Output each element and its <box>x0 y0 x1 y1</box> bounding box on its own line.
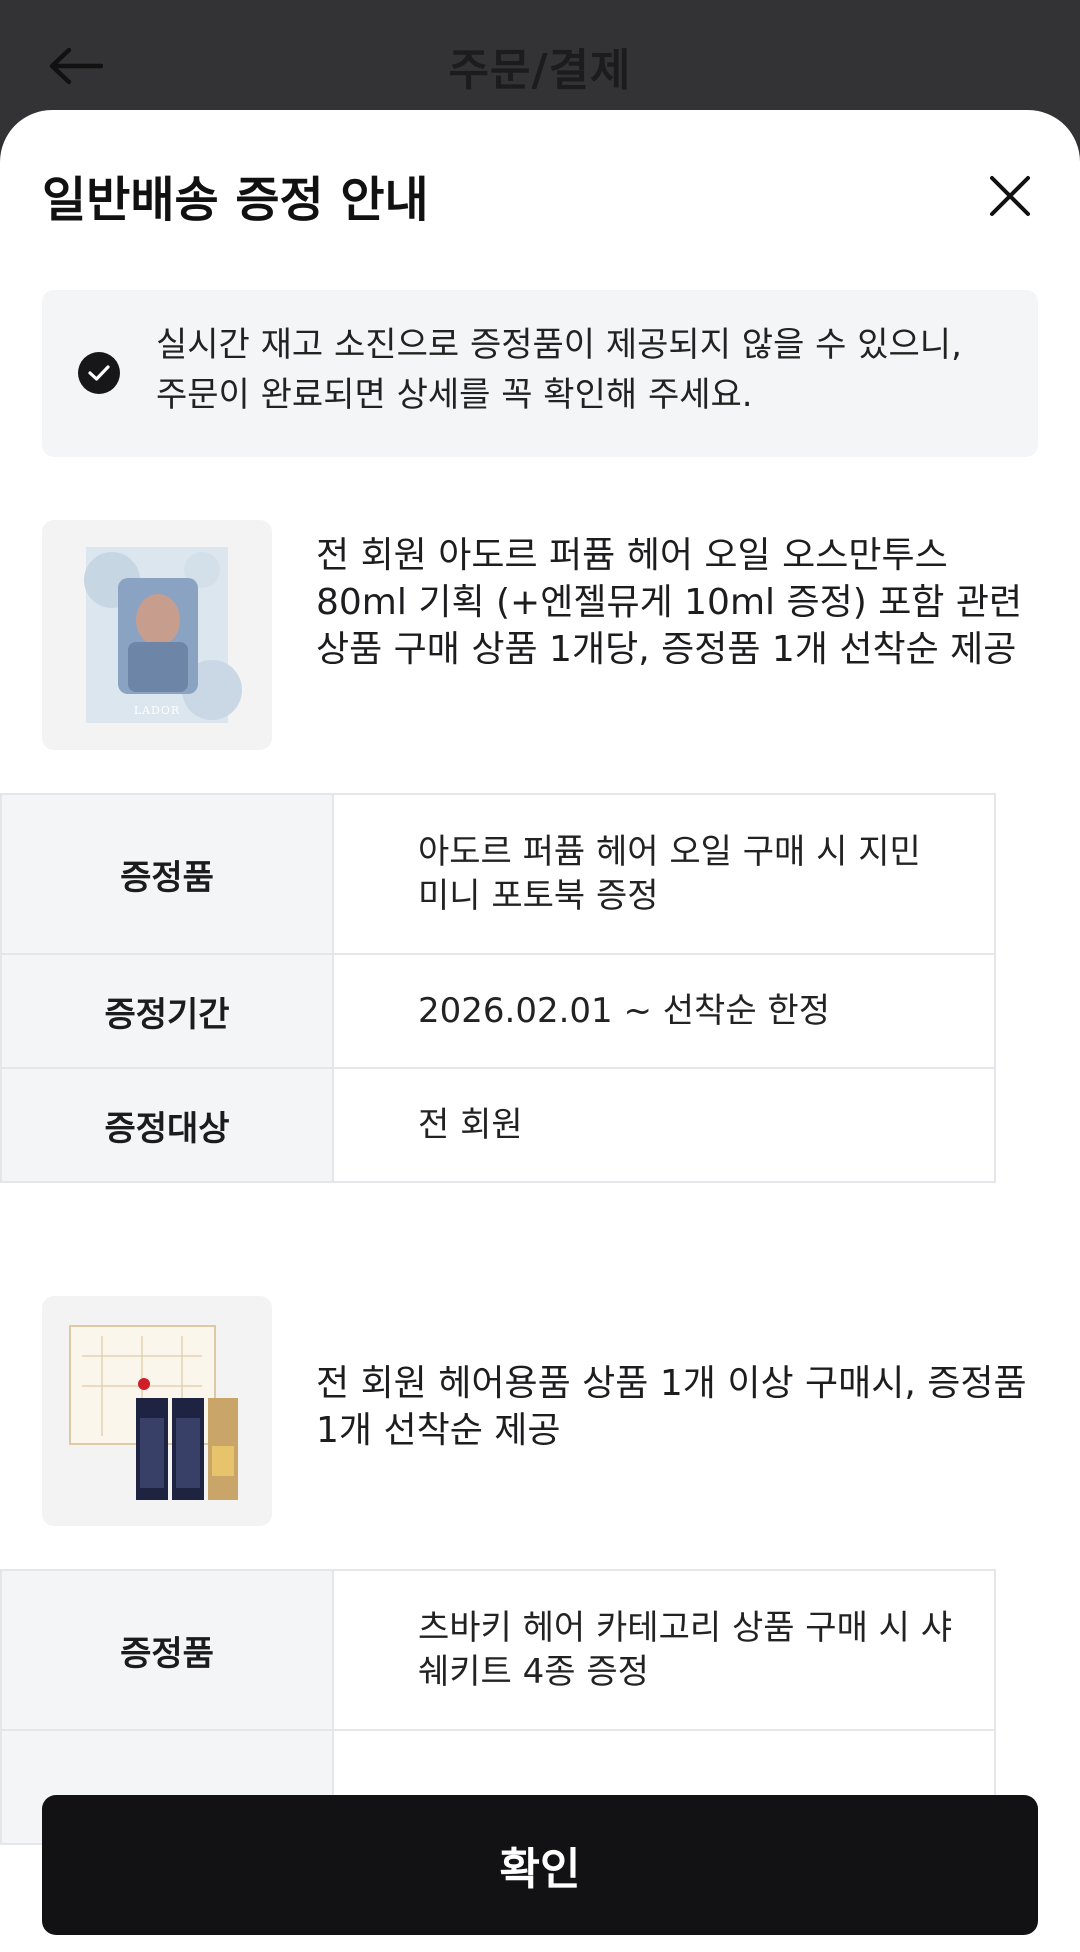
table-row: 증정품 아도르 퍼퓸 헤어 오일 구매 시 지민 미니 포토북 증정 <box>0 793 996 955</box>
close-button[interactable] <box>982 168 1038 224</box>
table-row: 증정대상 전 회원 <box>0 1067 996 1183</box>
confirm-button[interactable]: 확인 <box>42 1795 1038 1935</box>
check-circle-icon <box>78 352 120 394</box>
gift-thumbnail <box>42 1296 272 1526</box>
row-label: 증정품 <box>0 1569 334 1731</box>
row-label: 증정품 <box>0 793 334 955</box>
sheet-title: 일반배송 증정 안내 <box>42 172 429 228</box>
row-value: 아도르 퍼퓸 헤어 오일 구매 시 지민 미니 포토북 증정 <box>332 793 996 955</box>
table-row: 증정기간 2026.02.01 ~ 선착순 한정 <box>0 953 996 1069</box>
gift-info-table: 증정품 아도르 퍼퓸 헤어 오일 구매 시 지민 미니 포토북 증정 증정기간 … <box>0 793 996 1183</box>
gift-list[interactable]: LADOR 전 회원 아도르 퍼퓸 헤어 오일 오스만투스 80ml 기획 (+… <box>0 510 1080 1873</box>
row-value: 2026.02.01 ~ 선착순 한정 <box>332 953 996 1069</box>
table-row: 증정품 츠바키 헤어 카테고리 상품 구매 시 샤쉐키트 4종 증정 <box>0 1569 996 1731</box>
confirm-label: 확인 <box>499 1845 581 1894</box>
page-title: 주문/결제 <box>448 45 632 96</box>
notice-text: 실시간 재고 소진으로 증정품이 제공되지 않을 수 있으니, 주문이 완료되면… <box>156 320 1016 420</box>
thumbnail-brand-text: LADOR <box>133 704 181 717</box>
row-label: 증정대상 <box>0 1067 334 1183</box>
row-value: 츠바키 헤어 카테고리 상품 구매 시 샤쉐키트 4종 증정 <box>332 1569 996 1731</box>
close-icon <box>990 176 1030 216</box>
row-label: 증정기간 <box>0 953 334 1069</box>
notice-line-2: 주문이 완료되면 상세를 꼭 확인해 주세요. <box>156 375 753 415</box>
row-value: 전 회원 <box>332 1067 996 1183</box>
notice-line-1: 실시간 재고 소진으로 증정품이 제공되지 않을 수 있으니, <box>156 325 962 365</box>
gift-thumbnail: LADOR <box>42 520 272 750</box>
gift-description: 전 회원 아도르 퍼퓸 헤어 오일 오스만투스 80ml 기획 (+엔젤뮤게 1… <box>316 535 1023 670</box>
gift-description: 전 회원 헤어용품 상품 1개 이상 구매시, 증정품 1개 선착순 제공 <box>316 1363 1027 1451</box>
stock-notice: 실시간 재고 소진으로 증정품이 제공되지 않을 수 있으니, 주문이 완료되면… <box>42 290 1038 457</box>
gift-info-sheet: 일반배송 증정 안내 실시간 재고 소진으로 증정품이 제공되지 않을 수 있으… <box>0 110 1080 1952</box>
